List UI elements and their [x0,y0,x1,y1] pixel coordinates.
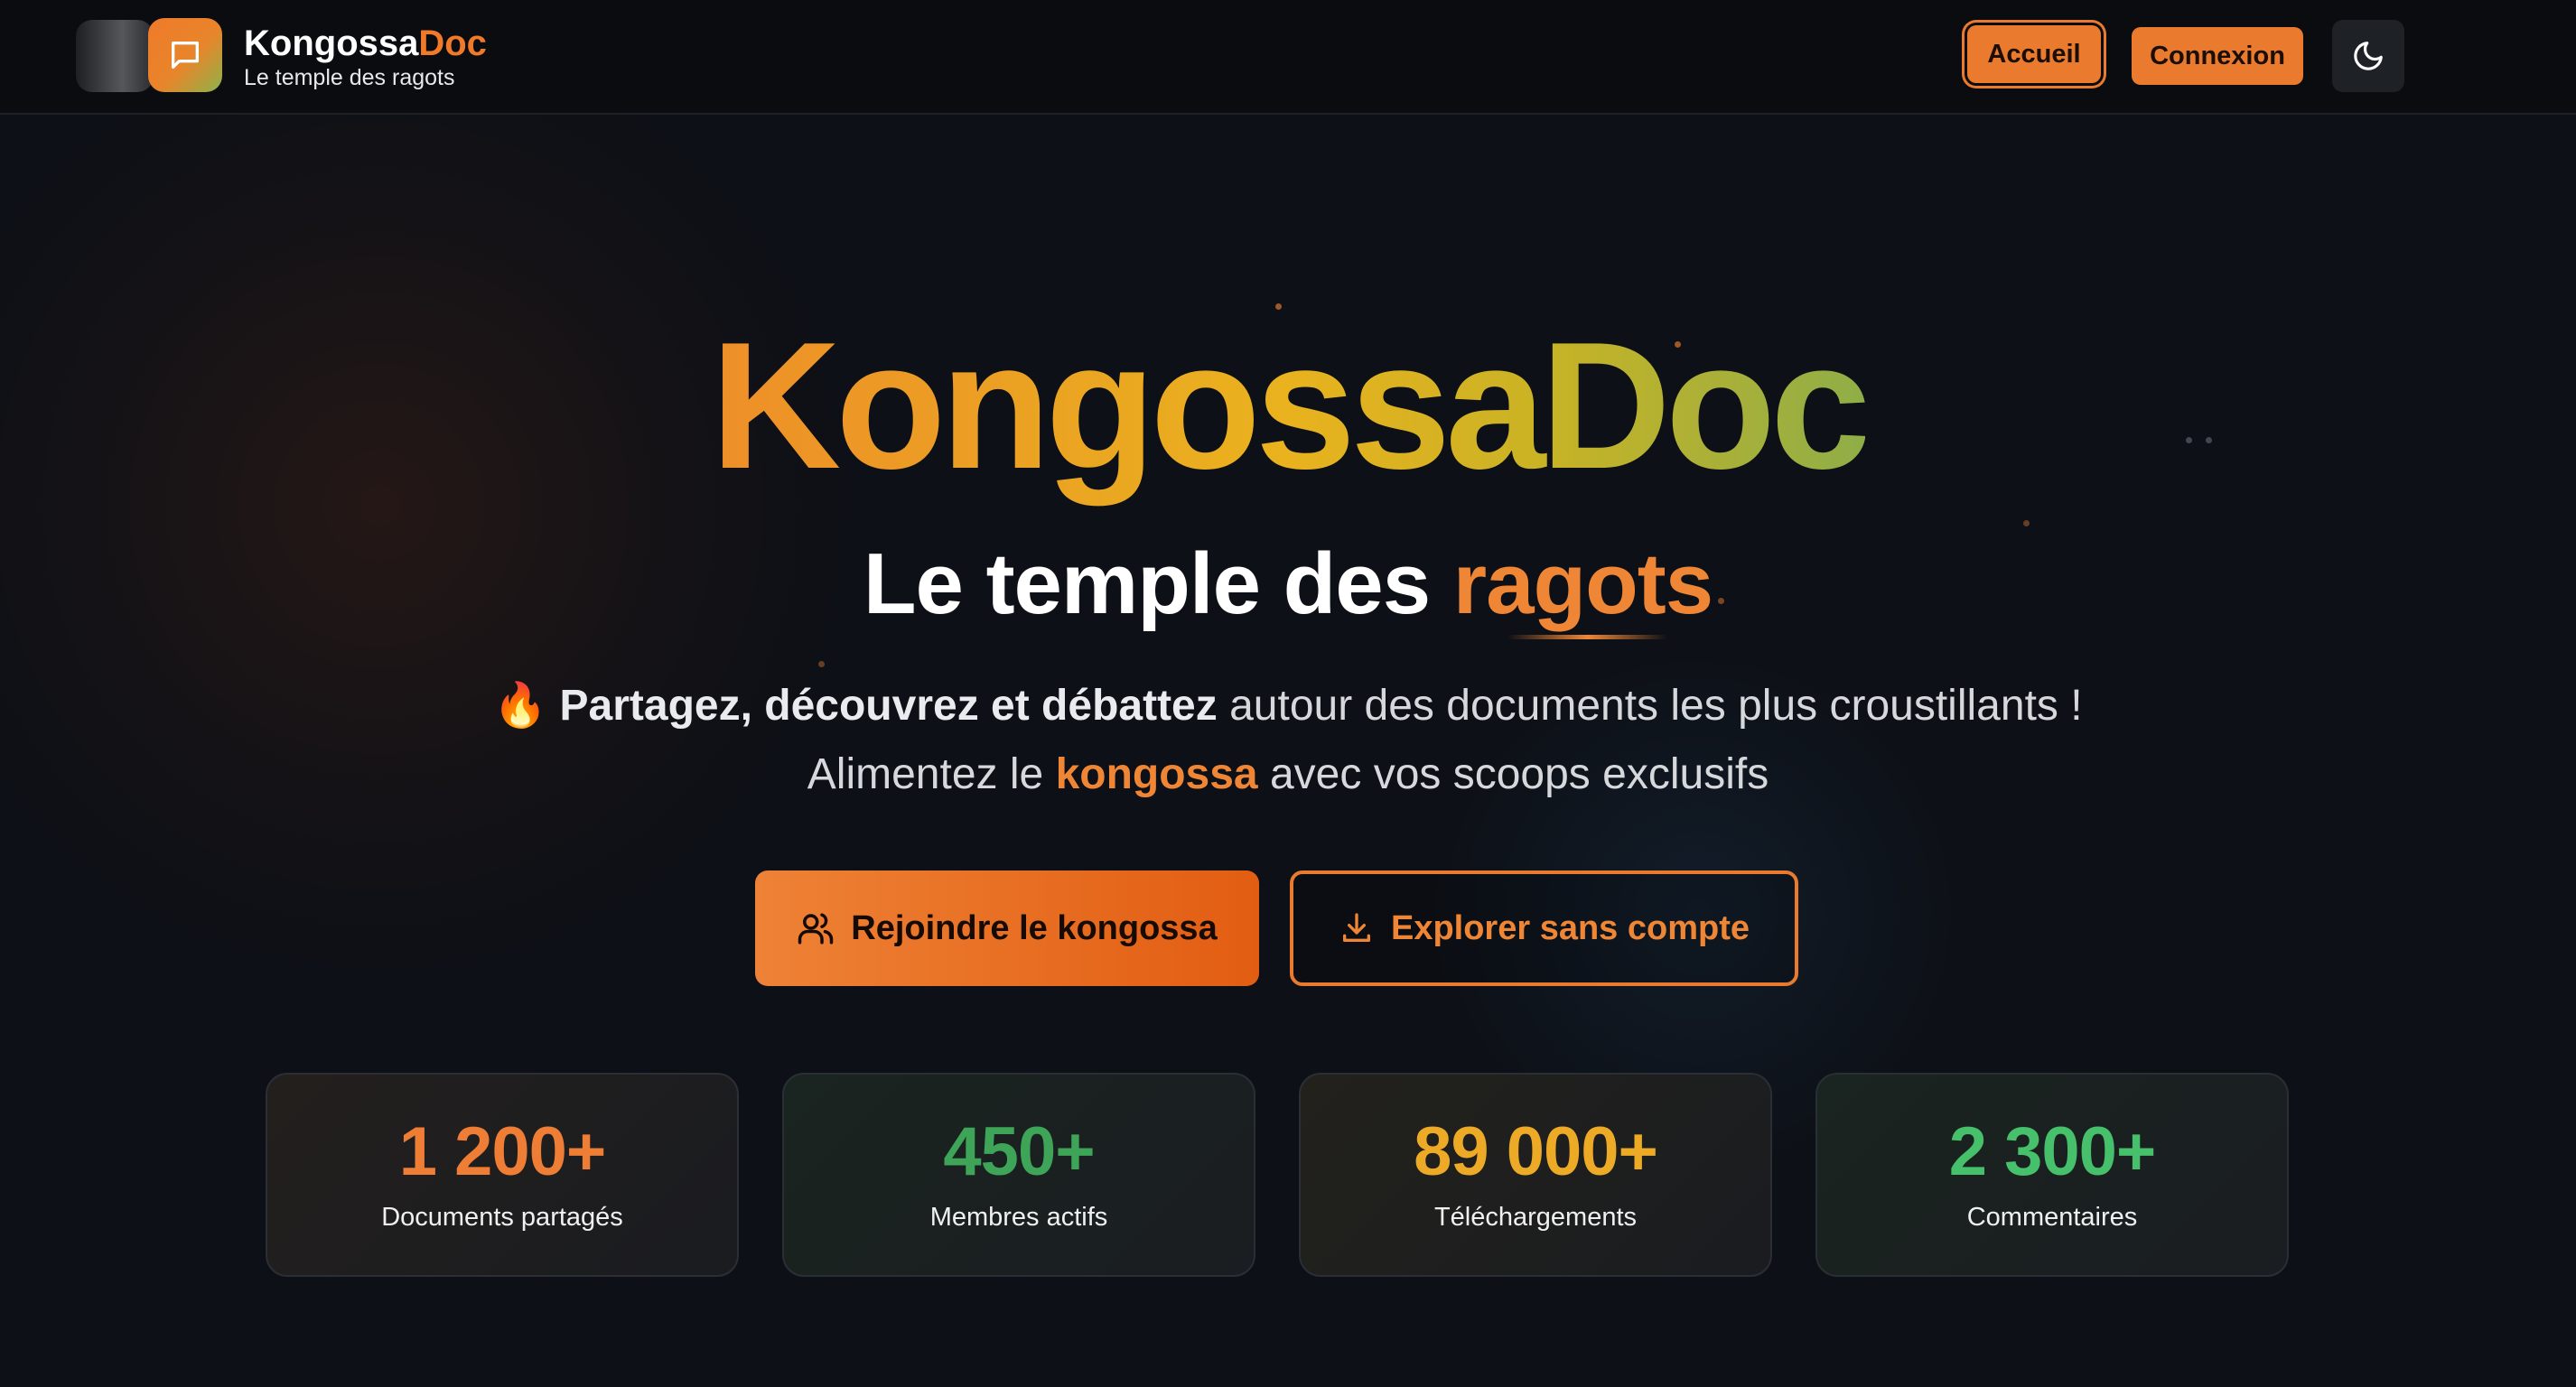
stat-card-members: 450+ Membres actifs [782,1073,1255,1277]
accueil-button[interactable]: Accueil [1967,25,2101,83]
stat-label: Commentaires [1966,1202,2138,1232]
particle-dot [818,661,825,667]
description-bold: Partagez, découvrez et débattez [559,682,1218,730]
hero-subtitle: Le temple des ragots [0,535,2576,639]
connexion-button[interactable]: Connexion [2132,27,2303,85]
logo[interactable] [148,18,222,92]
stat-value: 450+ [943,1112,1095,1190]
hero-title: KongossaDoc [0,316,2576,497]
stat-card-documents: 1 200+ Documents partagés [266,1073,739,1277]
download-icon [1342,913,1370,942]
fire-icon: 🔥 [493,682,548,730]
join-button[interactable]: Rejoindre le kongossa [755,870,1259,986]
description-lead: Alimentez le [807,750,1056,798]
theme-toggle-button[interactable] [2332,20,2404,92]
hero-subtitle-accent: ragots [1452,535,1713,639]
brand-name[interactable]: KongossaDoc [244,23,487,64]
description-tail: avec vos scoops exclusifs [1257,750,1769,798]
stat-value: 2 300+ [1948,1112,2157,1190]
description-accent: kongossa [1055,750,1258,798]
stat-label: Téléchargements [1433,1202,1638,1232]
hero-description-line2: Alimentez le kongossa avec vos scoops ex… [0,749,2576,799]
hero-subtitle-lead: Le temple des [863,535,1453,632]
particle-dot [2023,520,2030,526]
hero-title-text: KongossaDoc [710,305,1871,507]
users-icon [798,913,834,945]
brand-name-part: Kongossa [244,23,419,63]
moon-icon [2354,42,2383,70]
description-rest: autour des documents les plus croustilla… [1217,682,2083,730]
stat-label: Membres actifs [929,1202,1108,1232]
hero-description-line1: 🔥 Partagez, découvrez et débattez autour… [0,679,2576,731]
explore-button-label: Explorer sans compte [1390,908,1750,947]
stat-label: Documents partagés [381,1202,623,1232]
join-button-label: Rejoindre le kongossa [851,908,1218,947]
stat-value: 1 200+ [398,1112,607,1190]
stat-card-comments: 2 300+ Commentaires [1815,1073,2289,1277]
stat-value: 89 000+ [1414,1112,1658,1190]
brand-tagline: Le temple des ragots [244,65,455,90]
stat-card-downloads: 89 000+ Téléchargements [1299,1073,1772,1277]
page: KongossaDoc Le temple des ragots Accueil… [0,0,2576,1387]
logo-backdrop [76,20,154,92]
explore-button[interactable]: Explorer sans compte [1290,870,1798,986]
top-navbar: KongossaDoc Le temple des ragots Accueil… [0,0,2576,115]
chat-bubble-icon [172,42,199,70]
brand-name-accent: Doc [418,23,487,63]
